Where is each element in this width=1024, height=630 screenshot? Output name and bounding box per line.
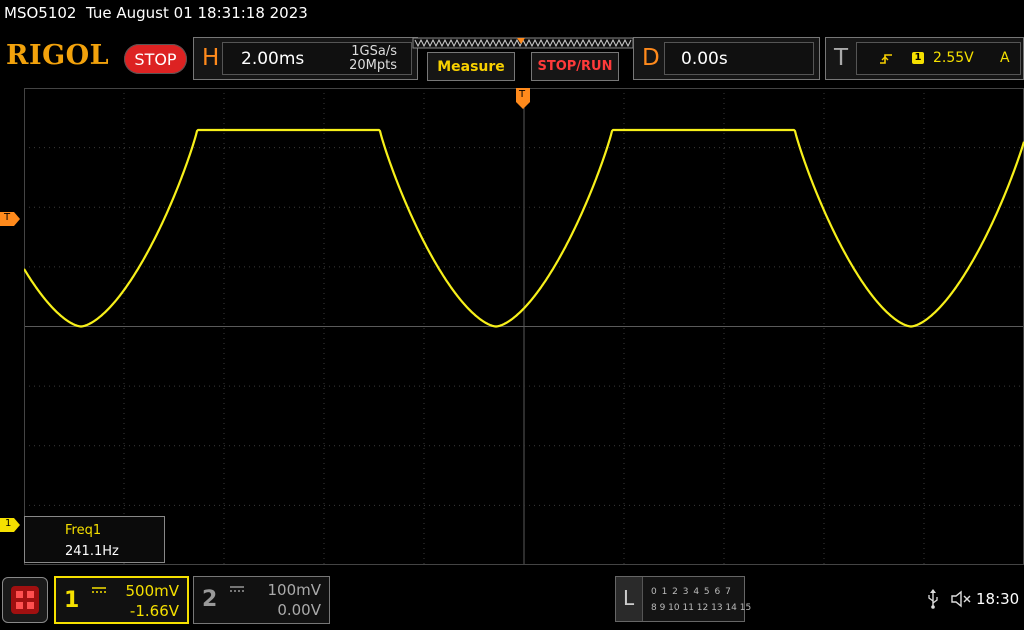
logic-channels-row2: 8 9 10 11 12 13 14 15 xyxy=(651,603,752,613)
ch1-number: 1 xyxy=(64,588,80,613)
ch2-scale: 100mV xyxy=(267,581,321,599)
trigger-level: 2.55V xyxy=(933,50,974,66)
trigger-source-badge: 1 xyxy=(912,52,924,64)
ch2-number: 2 xyxy=(202,587,218,612)
ch1-scale: 500mV xyxy=(125,582,179,600)
title-line: MSO5102 Tue August 01 18:31:18 2023 xyxy=(4,4,308,22)
trigger-field[interactable]: 1 2.55V A xyxy=(856,42,1021,75)
delay-panel[interactable]: D 0.00s xyxy=(633,37,820,80)
timebase-field[interactable]: 2.00ms 1GSa/s 20Mpts xyxy=(222,42,412,75)
speaker-muted-icon[interactable] xyxy=(950,590,972,608)
rigol-logo: RIGOL xyxy=(6,40,110,71)
clock-time: 18:30 xyxy=(976,590,1020,608)
grid-menu-icon xyxy=(11,586,39,614)
run-state-badge: STOP xyxy=(124,44,187,74)
ch1-offset: -1.66V xyxy=(129,602,179,620)
graticule xyxy=(24,88,1024,565)
timebase-value: 2.00ms xyxy=(241,49,305,69)
memory-position-bar[interactable] xyxy=(412,36,634,52)
dc-coupling-icon xyxy=(230,586,244,592)
usb-icon xyxy=(928,589,938,609)
trigger-panel[interactable]: T 1 2.55V A xyxy=(825,37,1024,80)
trigger-position-marker[interactable]: T xyxy=(516,88,530,110)
ch2-offset: 0.00V xyxy=(277,601,321,619)
datetime-label: Tue August 01 18:31:18 2023 xyxy=(86,4,308,22)
measurement-name: Freq1 xyxy=(65,523,102,538)
measurement-panel[interactable]: Freq1 241.1Hz xyxy=(24,516,165,563)
trigger-mode: A xyxy=(1000,50,1010,66)
ch1-settings[interactable]: 1 500mV -1.66V xyxy=(54,576,189,624)
model-label: MSO5102 xyxy=(4,4,77,22)
measurement-value: 241.1Hz xyxy=(65,544,119,559)
waveform-display[interactable] xyxy=(24,88,1024,565)
home-button[interactable] xyxy=(2,577,48,623)
dc-coupling-icon xyxy=(92,587,106,593)
measure-button[interactable]: Measure xyxy=(427,52,515,81)
ch2-settings[interactable]: 2 100mV 0.00V xyxy=(193,576,330,624)
sample-rate: 1GSa/s xyxy=(351,44,397,59)
logic-letter: L xyxy=(623,586,635,610)
horizontal-panel[interactable]: H 2.00ms 1GSa/s 20Mpts xyxy=(193,37,418,80)
delay-value: 0.00s xyxy=(681,49,728,69)
rising-edge-icon xyxy=(880,54,892,64)
stop-run-button[interactable]: STOP/RUN xyxy=(531,52,619,81)
memory-depth: 20Mpts xyxy=(349,58,397,73)
delay-field[interactable]: 0.00s xyxy=(664,42,814,75)
logic-channels-panel[interactable]: L 0 1 2 3 4 5 6 7 8 9 10 11 12 13 14 15 xyxy=(615,576,751,622)
ch1-ground-marker[interactable]: 1 xyxy=(0,518,20,532)
delay-letter: D xyxy=(642,45,660,71)
horizontal-letter: H xyxy=(202,45,220,71)
trigger-letter: T xyxy=(834,45,849,71)
logic-channels-row1: 0 1 2 3 4 5 6 7 xyxy=(651,587,732,597)
trigger-level-marker[interactable]: T xyxy=(0,212,20,226)
